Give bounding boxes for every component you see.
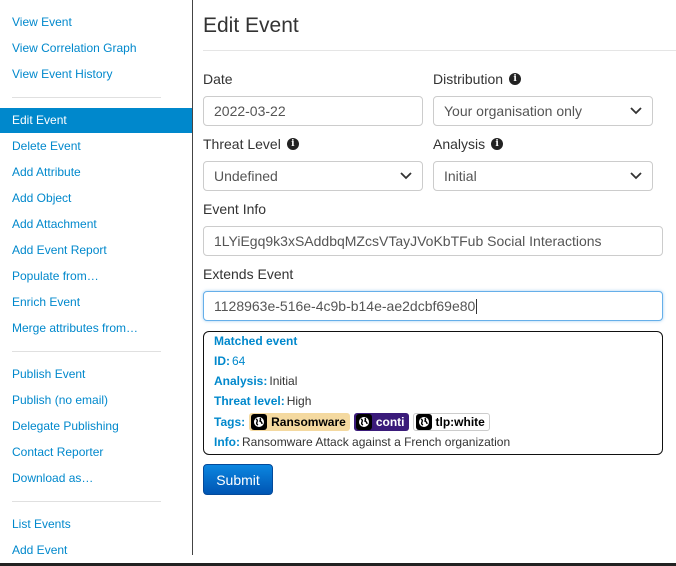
sidebar-item-edit-event[interactable]: Edit Event: [12, 112, 67, 128]
matched-info-row: Info: Ransomware Attack against a French…: [214, 435, 510, 449]
event-info-label: Event Info: [203, 201, 266, 217]
analysis-value: Initial: [444, 168, 477, 184]
sidebar-divider: [12, 501, 161, 502]
matched-analysis-row: Analysis: Initial: [214, 374, 297, 388]
tag-label: Ransomware: [271, 415, 346, 429]
extends-event-value: 1128963e-516e-4c9b-b14e-ae2dcbf69e80: [214, 298, 476, 314]
threat-level-select[interactable]: Undefined: [203, 161, 423, 191]
sidebar-item-view-event[interactable]: View Event: [12, 14, 72, 30]
distribution-select[interactable]: Your organisation only: [433, 96, 653, 126]
tag-label: tlp:white: [435, 415, 485, 429]
matched-id-value[interactable]: 64: [232, 354, 245, 368]
extends-event-label-text: Extends Event: [203, 266, 294, 282]
sidebar-item-view-correlation-graph[interactable]: View Correlation Graph: [12, 40, 137, 56]
info-icon[interactable]: i: [509, 73, 522, 85]
matched-analysis-key: Analysis:: [214, 374, 268, 388]
sidebar-item-add-event[interactable]: Add Event: [12, 542, 67, 558]
event-info-value: 1LYiEgq9k3xSAddbqMZcsVTayJVoKbTFub Socia…: [214, 233, 602, 249]
sidebar-item-add-object[interactable]: Add Object: [12, 190, 71, 206]
sidebar-item-enrich-event[interactable]: Enrich Event: [12, 294, 80, 310]
matched-id-row: ID: 64: [214, 354, 245, 368]
sidebar-item-add-attachment[interactable]: Add Attachment: [12, 216, 97, 232]
matched-event-panel: Matched event ID: 64 Analysis: Initial T…: [203, 331, 663, 455]
sidebar: View Event View Correlation Graph View E…: [0, 0, 193, 558]
distribution-value: Your organisation only: [444, 103, 583, 119]
sidebar-item-delete-event[interactable]: Delete Event: [12, 138, 81, 154]
globe-icon: [251, 414, 268, 430]
tag-label: conti: [375, 415, 405, 429]
date-input[interactable]: 2022-03-22: [203, 96, 423, 126]
info-icon[interactable]: i: [286, 138, 299, 150]
text-cursor: [476, 298, 478, 314]
submit-button[interactable]: Submit: [203, 464, 273, 495]
date-label: Date: [203, 71, 233, 87]
matched-tags-key: Tags:: [214, 415, 246, 429]
globe-icon: [415, 414, 432, 430]
matched-threat-row: Threat level: High: [214, 394, 311, 408]
matched-id-key: ID:: [214, 354, 230, 368]
sidebar-item-populate-from[interactable]: Populate from…: [12, 268, 99, 284]
event-info-label-text: Event Info: [203, 201, 267, 217]
sidebar-item-contact-reporter[interactable]: Contact Reporter: [12, 444, 103, 460]
sidebar-item-publish-event[interactable]: Publish Event: [12, 366, 85, 382]
matched-tags-row: Tags: Ransomware conti tlp:white: [214, 413, 490, 431]
tag-conti[interactable]: conti: [353, 413, 409, 431]
chevron-down-icon: [630, 170, 642, 182]
distribution-label: Distribution i: [433, 71, 522, 87]
title-divider: [203, 50, 676, 51]
sidebar-item-add-event-report[interactable]: Add Event Report: [12, 242, 107, 258]
sidebar-item-publish-no-email[interactable]: Publish (no email): [12, 392, 108, 408]
matched-heading-row: Matched event: [214, 334, 297, 348]
globe-icon: [355, 414, 372, 430]
analysis-select[interactable]: Initial: [433, 161, 653, 191]
tag-ransomware[interactable]: Ransomware: [249, 413, 350, 431]
sidebar-item-view-event-history[interactable]: View Event History: [12, 66, 112, 82]
matched-threat-key: Threat level:: [214, 394, 285, 408]
sidebar-item-delegate-publishing[interactable]: Delegate Publishing: [12, 418, 119, 434]
threat-level-label-text: Threat Level: [203, 136, 281, 152]
event-info-input[interactable]: 1LYiEgq9k3xSAddbqMZcsVTayJVoKbTFub Socia…: [203, 226, 663, 256]
chevron-down-icon: [400, 170, 412, 182]
analysis-label: Analysis i: [433, 136, 504, 152]
chevron-down-icon: [630, 105, 642, 117]
date-value: 2022-03-22: [214, 103, 286, 119]
threat-level-label: Threat Level i: [203, 136, 299, 152]
tag-tlp-white[interactable]: tlp:white: [412, 413, 490, 431]
matched-info-key: Info:: [214, 435, 240, 449]
matched-info-value: Ransomware Attack against a French organ…: [242, 435, 511, 449]
page-title: Edit Event: [203, 14, 299, 37]
matched-threat-value: High: [286, 394, 312, 408]
sidebar-item-list-events[interactable]: List Events: [12, 516, 71, 532]
distribution-label-text: Distribution: [433, 71, 504, 87]
sidebar-item-download-as[interactable]: Download as…: [12, 470, 93, 486]
analysis-label-text: Analysis: [433, 136, 486, 152]
info-icon[interactable]: i: [491, 138, 504, 150]
date-label-text: Date: [203, 71, 233, 87]
sidebar-divider: [12, 351, 161, 352]
extends-event-label: Extends Event: [203, 266, 293, 282]
extends-event-input[interactable]: 1128963e-516e-4c9b-b14e-ae2dcbf69e80: [203, 291, 663, 321]
matched-heading: Matched event: [214, 334, 298, 348]
matched-analysis-value: Initial: [269, 374, 298, 388]
sidebar-item-merge-attributes[interactable]: Merge attributes from…: [12, 320, 138, 336]
sidebar-divider: [12, 97, 161, 98]
threat-level-value: Undefined: [214, 168, 278, 184]
sidebar-item-add-attribute[interactable]: Add Attribute: [12, 164, 81, 180]
